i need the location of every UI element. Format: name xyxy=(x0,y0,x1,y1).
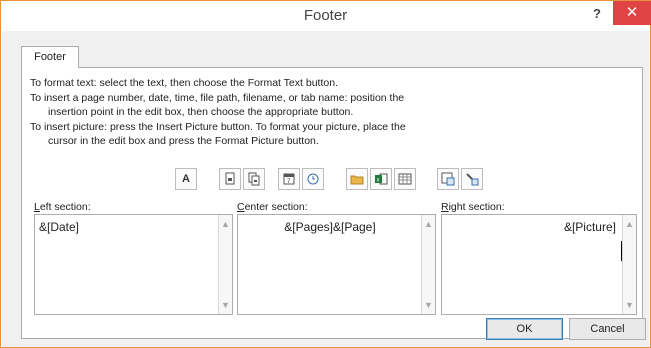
left-section-field[interactable]: &[Date] ▲ ▼ xyxy=(34,214,233,315)
insert-number-of-pages-icon xyxy=(248,172,260,186)
cancel-button[interactable]: Cancel xyxy=(569,318,646,340)
footer-dialog: Footer ? ✕ Footer To format text: select… xyxy=(0,0,651,348)
help-button[interactable]: ? xyxy=(585,3,609,25)
insert-file-name-icon: x xyxy=(375,173,388,185)
svg-text:x: x xyxy=(377,178,380,184)
insert-time-button[interactable] xyxy=(302,168,324,190)
format-text-icon: A xyxy=(182,173,190,185)
instruction-line: To insert picture: press the Insert Pict… xyxy=(30,120,406,133)
instruction-line: To format text: select the text, then ch… xyxy=(30,77,338,89)
footer-panel: To format text: select the text, then ch… xyxy=(21,67,643,339)
insert-date-icon: 7 xyxy=(283,173,295,185)
right-section-label: Right section: xyxy=(441,201,505,213)
insert-file-path-button[interactable] xyxy=(346,168,368,190)
insert-picture-icon xyxy=(441,172,455,186)
insert-file-name-button[interactable]: x xyxy=(370,168,392,190)
right-section-value: &[Picture] xyxy=(563,220,616,234)
ok-button[interactable]: OK xyxy=(486,318,563,340)
insert-time-icon xyxy=(307,173,319,185)
scroll-down-icon[interactable]: ▼ xyxy=(219,298,232,312)
instruction-line: insertion point in the edit box, then ch… xyxy=(48,106,354,119)
center-section-label: Center section: xyxy=(237,201,308,213)
insert-number-of-pages-button[interactable] xyxy=(243,168,265,190)
center-section-scrollbar[interactable]: ▲ ▼ xyxy=(421,215,435,314)
format-picture-button[interactable] xyxy=(461,168,483,190)
dialog-title: Footer xyxy=(303,7,348,24)
tab-footer[interactable]: Footer xyxy=(21,46,79,68)
insert-sheet-name-button[interactable] xyxy=(394,168,416,190)
scroll-up-icon[interactable]: ▲ xyxy=(219,217,232,231)
insert-page-number-button[interactable] xyxy=(219,168,241,190)
scroll-down-icon[interactable]: ▼ xyxy=(623,298,636,312)
instruction-line: cursor in the edit box and press the For… xyxy=(48,135,319,148)
insert-date-button[interactable]: 7 xyxy=(278,168,300,190)
title-bar: Footer ? ✕ xyxy=(1,1,651,31)
insert-sheet-name-icon xyxy=(398,173,412,185)
left-section-scrollbar[interactable]: ▲ ▼ xyxy=(218,215,232,314)
right-section-field[interactable]: &[Picture] ▲ ▼ xyxy=(441,214,637,315)
insert-page-number-icon xyxy=(225,172,235,185)
center-section-field[interactable]: &[Pages]&[Page] ▲ ▼ xyxy=(237,214,436,315)
format-picture-icon xyxy=(466,173,479,186)
insert-file-path-icon xyxy=(350,175,364,185)
scroll-up-icon[interactable]: ▲ xyxy=(422,217,435,231)
instructions: To format text: select the text, then ch… xyxy=(30,76,406,149)
format-text-button[interactable]: A xyxy=(175,168,197,190)
right-section-scrollbar[interactable]: ▲ ▼ xyxy=(622,215,636,314)
instruction-line: To insert a page number, date, time, fil… xyxy=(30,91,405,104)
scroll-down-icon[interactable]: ▼ xyxy=(422,298,435,312)
footer-toolbar: A 7 x xyxy=(22,168,642,190)
dialog-body: Footer To format text: select the text, … xyxy=(2,31,649,347)
insert-picture-button[interactable] xyxy=(437,168,459,190)
scroll-up-icon[interactable]: ▲ xyxy=(623,217,636,231)
center-section-value: &[Pages]&[Page] xyxy=(284,220,376,234)
left-section-label: Left section: xyxy=(34,201,91,213)
left-section-value: &[Date] xyxy=(39,220,80,234)
close-button[interactable]: ✕ xyxy=(613,1,651,25)
